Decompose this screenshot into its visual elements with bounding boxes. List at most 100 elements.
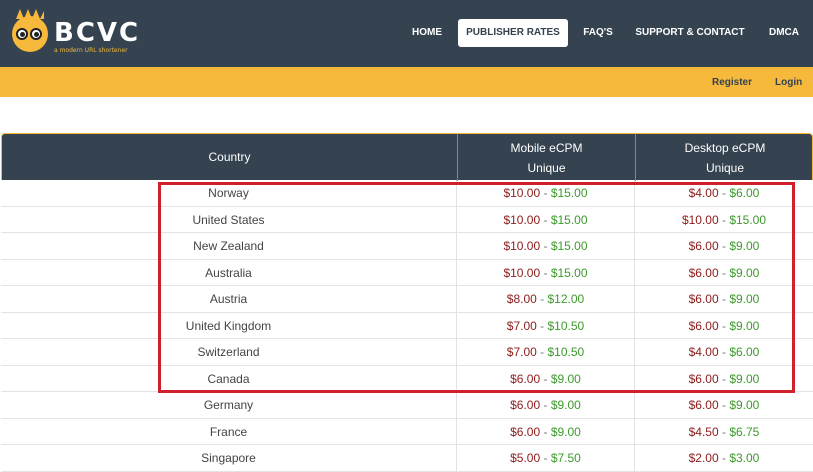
table-row: Australia $10.00 - $15.00 $6.00 - $9.00 (1, 259, 813, 286)
range-separator: - (718, 265, 730, 280)
range-separator: - (718, 451, 730, 465)
desktop-ecpm-high: $6.00 (729, 345, 760, 359)
range-separator: - (540, 398, 551, 412)
mobile-ecpm-high: $9.00 (550, 398, 581, 412)
desktop-ecpm-high: $9.00 (729, 265, 760, 280)
range-separator: - (540, 451, 551, 465)
header-desktop-sub: Unique (705, 161, 745, 175)
table-header: Country Mobile eCPM Unique Desktop eCPM … (1, 133, 813, 181)
mobile-ecpm-low: $6.00 (510, 424, 541, 439)
mobile-ecpm-low: $10.00 (503, 265, 541, 280)
desktop-ecpm-cell: $6.00 - $9.00 (634, 392, 813, 418)
desktop-ecpm-high: $9.00 (729, 371, 760, 386)
header-mobile-sub: Unique (527, 161, 566, 175)
range-separator: - (718, 398, 730, 412)
mobile-ecpm-cell: $6.00 - $9.00 (456, 365, 634, 392)
range-separator: - (718, 371, 730, 386)
country-cell: Germany (203, 398, 254, 412)
mobile-ecpm-high: $9.00 (550, 371, 581, 386)
table-row: New Zealand $10.00 - $15.00 $6.00 - $9.00 (1, 233, 813, 260)
range-separator: - (540, 371, 551, 386)
mobile-ecpm-high: $15.00 (550, 186, 588, 200)
mobile-ecpm-cell: $10.00 - $15.00 (456, 259, 634, 286)
table-row: Norway $10.00 - $15.00 $4.00 - $6.00 (1, 180, 813, 207)
range-separator: - (536, 292, 548, 306)
range-separator: - (536, 345, 548, 359)
desktop-ecpm-cell: $6.00 - $9.00 (634, 259, 813, 286)
desktop-ecpm-cell: $6.00 - $9.00 (634, 233, 813, 259)
desktop-ecpm-high: $9.00 (729, 398, 760, 412)
table-row: Switzerland $7.00 - $10.50 $4.00 - $6.00 (1, 339, 813, 366)
range-separator: - (536, 318, 548, 333)
header-mobile-ecpm: Mobile eCPM Unique (457, 134, 635, 181)
mobile-ecpm-low: $7.00 (506, 318, 537, 333)
country-cell: France (209, 424, 248, 439)
table-row: United Kingdom $7.00 - $10.50 $6.00 - $9.0… (1, 312, 813, 339)
nav-publisher-rates[interactable]: PUBLISHER RATES (458, 19, 568, 47)
nav-home[interactable]: HOME (405, 19, 449, 47)
mobile-ecpm-cell: $7.00 - $10.50 (456, 339, 634, 365)
country-cell: Singapore (201, 451, 256, 465)
mobile-ecpm-cell: $7.00 - $10.50 (456, 312, 634, 339)
range-separator: - (540, 186, 551, 200)
owl-logo-icon (12, 9, 48, 52)
desktop-ecpm-high: $3.00 (729, 451, 760, 465)
country-cell: Switzerland (197, 345, 260, 359)
desktop-ecpm-high: $9.00 (729, 292, 760, 306)
brand-logo[interactable]: BCVC a modern URL shortener (10, 8, 138, 58)
mobile-ecpm-high: $15.00 (550, 239, 588, 253)
mobile-ecpm-low: $6.00 (510, 371, 541, 386)
country-cell: Australia (205, 265, 252, 280)
mobile-ecpm-high: $10.50 (547, 345, 585, 359)
desktop-ecpm-low: $6.00 (688, 239, 719, 253)
desktop-ecpm-cell: $6.00 - $9.00 (634, 365, 813, 392)
table-row: Germany $6.00 - $9.00 $6.00 - $9.00 (1, 392, 813, 419)
range-separator: - (540, 424, 551, 439)
desktop-ecpm-high: $6.75 (729, 424, 760, 439)
table-row: Austria $8.00 - $12.00 $6.00 - $9.00 (1, 286, 813, 313)
mobile-ecpm-low: $10.00 (503, 239, 541, 253)
desktop-ecpm-low: $6.00 (688, 371, 719, 386)
mobile-ecpm-cell: $5.00 - $7.50 (456, 445, 634, 471)
desktop-ecpm-high: $9.00 (729, 318, 760, 333)
mobile-ecpm-low: $8.00 (506, 292, 537, 306)
mobile-ecpm-low: $6.00 (510, 398, 541, 412)
desktop-ecpm-low: $6.00 (688, 398, 719, 412)
desktop-ecpm-high: $9.00 (729, 239, 760, 253)
nav-support-contact[interactable]: SUPPORT & CONTACT (634, 19, 746, 47)
mobile-ecpm-high: $10.50 (547, 318, 585, 333)
desktop-ecpm-low: $6.00 (688, 318, 719, 333)
table-row: Canada $6.00 - $9.00 $6.00 - $9.00 (1, 365, 813, 392)
range-separator: - (718, 292, 730, 306)
country-cell: United Kingdom (185, 318, 272, 333)
country-cell: Austria (209, 292, 248, 306)
mobile-ecpm-cell: $10.00 - $15.00 (456, 233, 634, 259)
desktop-ecpm-low: $6.00 (688, 292, 719, 306)
mobile-ecpm-cell: $6.00 - $9.00 (456, 392, 634, 418)
country-cell: Canada (207, 371, 250, 386)
table-row: France $6.00 - $9.00 $4.50 - $6.75 (1, 418, 813, 445)
range-separator: - (718, 186, 730, 200)
sub-navbar: Register Login (0, 67, 813, 97)
mobile-ecpm-high: $9.00 (550, 424, 581, 439)
desktop-ecpm-cell: $4.00 - $6.00 (634, 339, 813, 365)
table-row: United States $10.00 - $15.00 $10.00 - $15… (1, 206, 813, 233)
range-separator: - (718, 424, 730, 439)
country-cell: Norway (208, 186, 249, 200)
desktop-ecpm-low: $4.00 (688, 345, 719, 359)
desktop-ecpm-cell: $4.50 - $6.75 (634, 418, 813, 445)
desktop-ecpm-high: $6.00 (729, 186, 760, 200)
range-separator: - (718, 345, 730, 359)
login-link[interactable]: Login (775, 67, 802, 97)
nav-faqs[interactable]: FAQ'S (578, 19, 618, 47)
range-separator: - (718, 239, 730, 253)
top-navbar: BCVC a modern URL shortener HOME PUBLISH… (0, 0, 813, 67)
register-link[interactable]: Register (712, 67, 752, 97)
desktop-ecpm-cell: $4.00 - $6.00 (634, 180, 813, 206)
mobile-ecpm-cell: $10.00 - $15.00 (456, 180, 634, 206)
brand-name: BCVC (54, 18, 141, 48)
header-mobile-title: Mobile eCPM (510, 141, 583, 155)
nav-dmca[interactable]: DMCA (764, 19, 804, 47)
country-cell: New Zealand (193, 239, 264, 253)
mobile-ecpm-high: $7.50 (550, 451, 581, 465)
